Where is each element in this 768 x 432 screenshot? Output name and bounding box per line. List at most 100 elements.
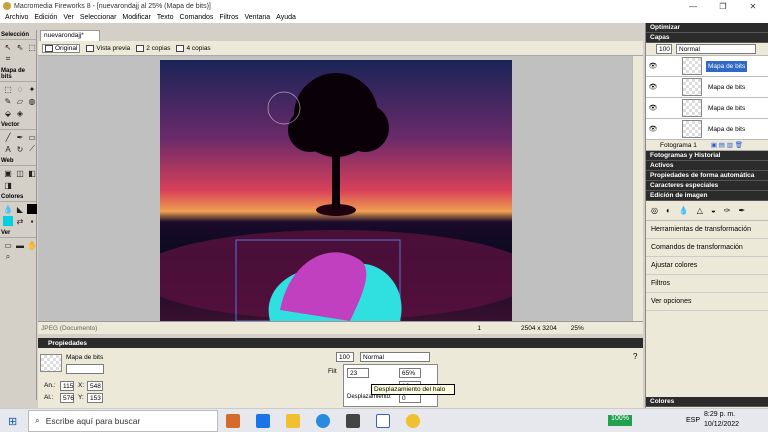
mail-icon[interactable] xyxy=(256,413,270,428)
paint-bucket-icon[interactable]: ◣ xyxy=(15,204,25,214)
eye-icon[interactable]: 👁 xyxy=(646,62,660,70)
view-preview-button[interactable]: Vista previa xyxy=(86,44,130,52)
panel-item-view-options[interactable]: Ver opciones xyxy=(646,293,768,311)
slice-tool-icon[interactable]: ◫ xyxy=(15,168,25,178)
blend-mode-select[interactable]: Normal xyxy=(360,352,430,362)
zoom-tool-icon[interactable]: ⌕ xyxy=(3,252,13,262)
dodge-icon[interactable]: ◒ xyxy=(711,206,716,215)
panel-colores[interactable]: Colores xyxy=(646,397,768,407)
panel-optimizar[interactable]: Optimizar xyxy=(646,23,768,33)
lasso-tool-icon[interactable]: ◌ xyxy=(15,84,25,94)
freeform-tool-icon[interactable]: ↻ xyxy=(15,144,25,154)
knife-tool-icon[interactable]: ⟋ xyxy=(27,144,37,154)
scale-tool-icon[interactable]: ⬚ xyxy=(27,42,37,52)
maximize-icon[interactable]: ❐ xyxy=(708,2,738,11)
layer-row[interactable]: 👁 Mapa de bits xyxy=(646,77,768,98)
menu-archivo[interactable]: Archivo xyxy=(5,14,28,21)
crop-tool-icon[interactable]: ⌗ xyxy=(3,54,13,64)
eye-icon[interactable]: 👁 xyxy=(646,104,660,112)
clock-date[interactable]: 10/12/2022 xyxy=(704,421,739,428)
language-indicator[interactable]: ESP xyxy=(686,417,700,424)
menu-modificar[interactable]: Modificar xyxy=(122,14,150,21)
rectangle-tool-icon[interactable]: ▭ xyxy=(27,132,37,142)
panel-item-filters[interactable]: Filtros xyxy=(646,275,768,293)
panel-fotogramas[interactable]: Fotogramas y Historial xyxy=(646,151,768,161)
red-eye-icon[interactable]: ◎ xyxy=(651,206,658,215)
menu-filtros[interactable]: Filtros xyxy=(219,14,238,21)
menu-comandos[interactable]: Comandos xyxy=(180,14,214,21)
stroke-color-swatch[interactable] xyxy=(27,204,37,214)
filter-value-opacity[interactable]: 65% xyxy=(399,368,421,378)
store-icon[interactable] xyxy=(346,413,360,428)
artwork-image[interactable] xyxy=(160,60,512,321)
replace-color-icon[interactable]: ◈ xyxy=(15,108,25,118)
eye-icon[interactable]: 👁 xyxy=(646,125,660,133)
layer-blend-select[interactable]: Normal xyxy=(676,44,756,54)
layer-row[interactable]: 👁 Mapa de bits xyxy=(646,119,768,140)
layer-actions-icons[interactable]: ▣ ▤ ▥ 🗑 xyxy=(711,141,743,149)
panel-item-transform-commands[interactable]: Comandos de transformación xyxy=(646,239,768,257)
panel-item-adjust-colors[interactable]: Ajustar colores xyxy=(646,257,768,275)
panel-capas[interactable]: Capas xyxy=(646,33,768,43)
pointer-tool-icon[interactable]: ↖ xyxy=(3,42,13,52)
zoom-level[interactable]: 25% xyxy=(571,325,584,332)
swap-colors-icon[interactable]: ⇄ xyxy=(15,216,25,226)
document-tab[interactable]: nuevarondajj* xyxy=(40,30,100,41)
object-name-field[interactable] xyxy=(66,364,104,374)
default-colors-icon[interactable]: ▪ xyxy=(27,216,37,226)
edge-icon[interactable] xyxy=(316,413,330,428)
eye-icon[interactable]: 👁 xyxy=(646,83,660,91)
file-explorer-icon[interactable] xyxy=(286,413,300,428)
windows-start-icon[interactable]: ⊞ xyxy=(8,415,17,428)
blur-tool-icon[interactable]: ◍ xyxy=(27,96,37,106)
hotspot-tool-icon[interactable]: ▣ xyxy=(3,168,13,178)
clock-time[interactable]: 8:29 p. m. xyxy=(704,411,735,418)
help-icon[interactable]: ? xyxy=(633,352,637,361)
marquee-tool-icon[interactable]: ⬚ xyxy=(3,84,13,94)
eyedropper-icon[interactable]: ✒ xyxy=(739,206,746,215)
hide-slices-icon[interactable]: ◧ xyxy=(27,168,37,178)
taskbar-app-icon[interactable] xyxy=(226,413,240,428)
panel-activos[interactable]: Activos xyxy=(646,161,768,171)
properties-header[interactable]: Propiedades xyxy=(38,338,643,348)
eyedropper-tool-icon[interactable]: 💧 xyxy=(3,204,13,214)
view-original-button[interactable]: Original xyxy=(42,43,81,53)
burn-icon[interactable]: ✑ xyxy=(724,206,731,215)
layer-row[interactable]: 👁 Mapa de bits xyxy=(646,56,768,77)
frame-selector[interactable]: Fotograma 1 ▣ ▤ ▥ 🗑 xyxy=(646,140,768,151)
filter-value-width[interactable]: 23 xyxy=(347,368,369,378)
y-field[interactable]: 153 xyxy=(87,393,103,403)
close-icon[interactable]: ✕ xyxy=(738,2,768,11)
subselect-tool-icon[interactable]: ⇖ xyxy=(15,42,25,52)
taskbar-search-input[interactable]: ⌕ Escribe aquí para buscar xyxy=(28,409,218,432)
panel-edicion-imagen[interactable]: Edición de imagen xyxy=(646,191,768,201)
panel-item-transform-tools[interactable]: Herramientas de transformación xyxy=(646,221,768,239)
x-field[interactable]: 548 xyxy=(87,381,103,391)
brush-tool-icon[interactable]: ✎ xyxy=(3,96,13,106)
full-screen-icon[interactable]: ▬ xyxy=(15,240,25,250)
panel-caracteres[interactable]: Caracteres especiales xyxy=(646,181,768,191)
sharpen-icon[interactable]: △ xyxy=(697,206,703,215)
standard-screen-icon[interactable]: ▭ xyxy=(3,240,13,250)
view-2up-button[interactable]: 2 copias xyxy=(136,44,170,52)
layer-row[interactable]: 👁 Mapa de bits xyxy=(646,98,768,119)
battery-indicator[interactable]: 100% xyxy=(608,415,632,426)
fill-color-swatch[interactable] xyxy=(3,216,13,226)
menu-edicion[interactable]: Edición xyxy=(34,14,57,21)
norton-icon[interactable] xyxy=(406,413,420,428)
width-field[interactable]: 115 xyxy=(60,381,74,391)
minimize-icon[interactable]: — xyxy=(678,2,708,11)
hand-tool-icon[interactable]: ✋ xyxy=(27,240,37,250)
menu-texto[interactable]: Texto xyxy=(157,14,174,21)
height-field[interactable]: 576 xyxy=(60,393,74,403)
layer-opacity-field[interactable]: 100 xyxy=(656,44,672,54)
pen-tool-icon[interactable]: ✒ xyxy=(15,132,25,142)
stamp-tool-icon[interactable]: ⬙ xyxy=(3,108,13,118)
line-tool-icon[interactable]: ╱ xyxy=(3,132,13,142)
eraser-tool-icon[interactable]: ▱ xyxy=(15,96,25,106)
menu-ayuda[interactable]: Ayuda xyxy=(276,14,296,21)
adjust-icon[interactable]: ◐ xyxy=(666,206,671,215)
opacity-field[interactable]: 100 xyxy=(336,352,354,362)
menu-ventana[interactable]: Ventana xyxy=(244,14,270,21)
canvas-vertical-scrollbar[interactable] xyxy=(632,56,643,321)
